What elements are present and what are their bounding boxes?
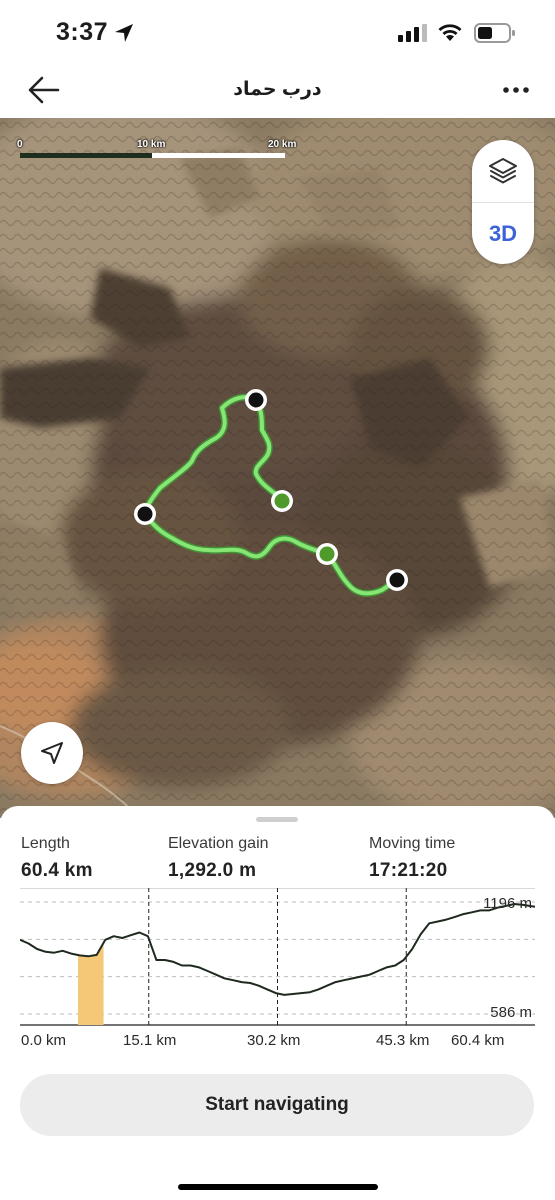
cellular-signal-icon (398, 24, 427, 42)
route-details-sheet: Length 60.4 km Elevation gain 1,292.0 m … (0, 806, 555, 1200)
layers-button[interactable] (472, 140, 534, 202)
elevation-max-label: 1196 m (483, 895, 532, 912)
stat-value: 17:21:20 (369, 860, 448, 881)
stat-value: 1,292.0 m (168, 860, 257, 881)
route-path (141, 393, 401, 597)
elevation-profile-chart[interactable]: 1196 m 586 m (20, 888, 535, 1026)
waypoint-marker[interactable] (316, 543, 338, 565)
layers-icon (489, 158, 517, 184)
locate-me-button[interactable] (21, 722, 83, 784)
sheet-grabber[interactable] (256, 817, 298, 822)
elevation-min-label: 586 m (490, 1004, 532, 1021)
location-arrow-icon (115, 24, 133, 42)
map-controls: 3D (472, 140, 534, 264)
waypoint-marker[interactable] (134, 503, 156, 525)
x-tick-label: 30.2 km (247, 1032, 301, 1049)
route-path-highlight (143, 395, 399, 596)
top-app-bar: درب حماد (0, 62, 555, 118)
x-tick-label: 45.3 km (376, 1032, 430, 1049)
stat-label: Elevation gain (168, 835, 269, 852)
status-bar: 3:37 (0, 0, 555, 62)
stat-moving-time: Moving time 17:21:20 (369, 835, 455, 882)
more-options-button[interactable] (494, 76, 538, 106)
start-navigating-button[interactable]: Start navigating (20, 1074, 534, 1136)
status-time: 3:37 (56, 18, 109, 46)
stat-label: Moving time (369, 835, 456, 852)
home-indicator (178, 1184, 378, 1190)
satellite-map[interactable]: 0 10 km 20 km 3D (0, 118, 555, 818)
x-tick-label: 0.0 km (21, 1032, 67, 1049)
stat-elevation-gain: Elevation gain 1,292.0 m (168, 835, 269, 882)
stat-label: Length (21, 835, 70, 852)
3d-toggle-button[interactable]: 3D (472, 203, 534, 264)
waypoint-marker[interactable] (245, 389, 267, 411)
x-tick-label: 60.4 km (451, 1032, 505, 1049)
wifi-icon (438, 24, 462, 41)
page-title: درب حماد (233, 79, 322, 100)
stat-length: Length 60.4 km (21, 835, 93, 882)
ellipsis-icon (503, 87, 529, 93)
waypoint-marker[interactable] (271, 490, 293, 512)
navigation-arrow-icon (41, 742, 63, 764)
battery-icon (474, 23, 515, 43)
chart-tick-lines (148, 888, 407, 1026)
stat-value: 60.4 km (21, 860, 93, 881)
waypoint-marker[interactable] (386, 569, 408, 591)
x-tick-label: 15.1 km (123, 1032, 177, 1049)
